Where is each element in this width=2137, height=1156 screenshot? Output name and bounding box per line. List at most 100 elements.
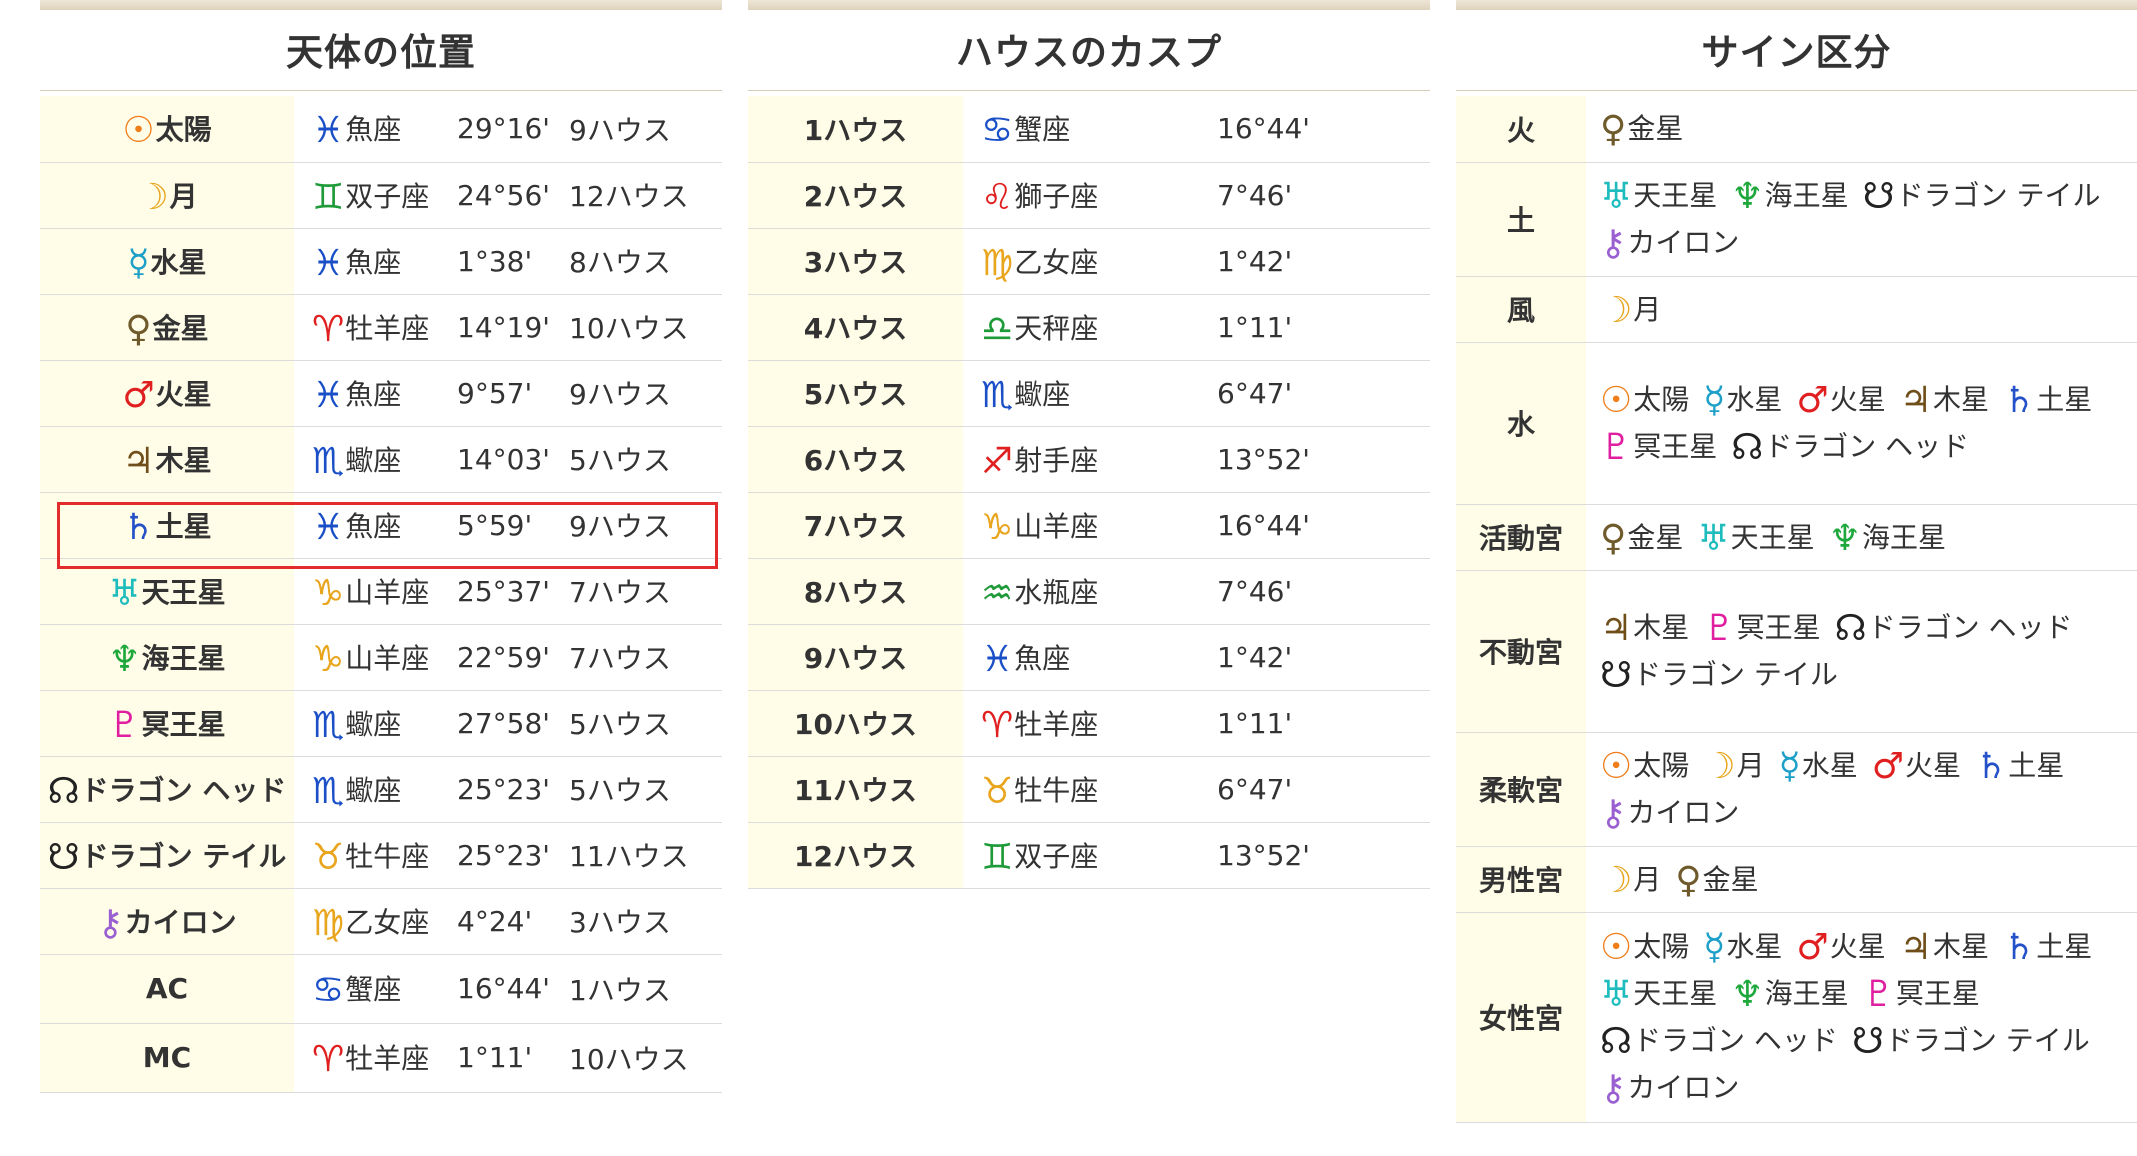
chiron-icon: ⚷ <box>1600 1068 1627 1109</box>
planet-item: ☉太陽 <box>1600 376 1689 423</box>
mercury-icon: ☿ <box>1778 746 1801 787</box>
position-house: 9ハウス <box>569 360 722 427</box>
position-label: 金星 <box>152 311 209 345</box>
scorpio-icon: ♏ <box>981 374 1014 416</box>
position-house: 10ハウス <box>569 294 722 361</box>
planet-item: ♆海王星 <box>1731 172 1848 219</box>
cusp-degree: 16°44' <box>1217 96 1430 163</box>
planet-name: 海王星 <box>1764 977 1849 1010</box>
planet-item: ♅天王星 <box>1600 172 1717 219</box>
planet-item: ☊ドラゴン ヘッド <box>1835 604 2073 651</box>
planet-name: 天王星 <box>1730 520 1815 554</box>
cusp-sign-cell: ♐射手座 <box>963 426 1217 493</box>
planet-item: ♇冥王星 <box>1600 423 1717 470</box>
position-label-cell: ♇冥王星 <box>40 690 294 757</box>
cusp-house-label: 4ハウス <box>748 294 963 361</box>
cusp-row: 8ハウス ♒水瓶座 7°46' <box>748 558 1430 625</box>
pisces-icon: ♓ <box>312 242 345 284</box>
planet-item: ☽月 <box>1703 742 1764 789</box>
planet-name: 水星 <box>1726 930 1783 963</box>
cusp-house-label: 6ハウス <box>748 426 963 493</box>
chiron-icon: ⚷ <box>1600 793 1627 834</box>
sign-division-planets: ☽月 ♀金星 <box>1586 846 2137 913</box>
sign-division-label: 土 <box>1456 162 1586 277</box>
position-house: 3ハウス <box>569 888 722 955</box>
position-degree: 22°59' <box>457 624 569 691</box>
cusp-sign-cell: ♎天秤座 <box>963 294 1217 361</box>
position-sign-cell: ♑山羊座 <box>294 624 457 691</box>
sign-division-row: 火 ♀金星 <box>1456 96 2137 163</box>
cusp-row: 3ハウス ♍乙女座 1°42' <box>748 228 1430 295</box>
jupiter-icon: ♃ <box>1899 380 1932 421</box>
planet-name: カイロン <box>1627 226 1740 259</box>
aries-icon: ♈ <box>981 704 1014 746</box>
venus-icon: ♀ <box>1675 859 1702 901</box>
cusp-house-label: 3ハウス <box>748 228 963 295</box>
moon-icon: ☽ <box>1703 746 1736 787</box>
cusp-degree: 13°52' <box>1217 822 1430 889</box>
cusp-degree: 7°46' <box>1217 558 1430 625</box>
dragon-head-icon: ☊ <box>1731 427 1764 468</box>
cusp-row: 12ハウス ♊双子座 13°52' <box>748 822 1430 889</box>
position-sign-cell: ♈牡羊座 <box>294 294 457 361</box>
planet-name: 土星 <box>2036 930 2093 963</box>
chiron-icon: ⚷ <box>97 902 124 944</box>
uranus-icon: ♅ <box>1600 176 1633 217</box>
position-row: ⚷カイロン ♍乙女座 4°24' 3ハウス <box>40 888 722 955</box>
planet-name: 月 <box>1736 749 1765 782</box>
planet-name: 冥王星 <box>1633 430 1718 463</box>
position-label: 太陽 <box>155 113 212 147</box>
dragon-head-icon: ☊ <box>1600 1021 1632 1062</box>
saturn-icon: ♄ <box>2003 380 2036 421</box>
position-label: 水星 <box>150 245 207 279</box>
position-sign: 蠍座 <box>345 443 402 477</box>
position-row: ♀金星 ♈牡羊座 14°19' 10ハウス <box>40 294 722 361</box>
position-sign-cell: ♏蠍座 <box>294 426 457 493</box>
planet-item: ♂火星 <box>1872 742 1961 789</box>
mars-icon: ♂ <box>1796 927 1829 968</box>
planet-item: ♆海王星 <box>1731 970 1848 1017</box>
planet-name: ドラゴン ヘッド <box>1632 1024 1838 1057</box>
cusp-sign-cell: ♌獅子座 <box>963 162 1217 229</box>
position-sign-cell: ♏蠍座 <box>294 690 457 757</box>
planet-name: 火星 <box>1905 749 1962 782</box>
planet-name: 太陽 <box>1633 930 1690 963</box>
position-label-cell: ♀金星 <box>40 294 294 361</box>
capricorn-icon: ♑ <box>312 638 345 680</box>
position-label: 海王星 <box>141 641 226 675</box>
planet-item: ♄土星 <box>1975 742 2064 789</box>
cusp-sign-cell: ♒水瓶座 <box>963 558 1217 625</box>
cusp-sign-cell: ♋蟹座 <box>963 96 1217 163</box>
planet-name: 火星 <box>1829 383 1886 416</box>
position-label: MC <box>142 1041 192 1074</box>
cusp-row: 9ハウス ♓魚座 1°42' <box>748 624 1430 691</box>
position-sign: 牡牛座 <box>345 839 430 873</box>
aquarius-icon: ♒ <box>981 572 1014 614</box>
planet-name: 金星 <box>1702 862 1759 896</box>
position-degree: 25°23' <box>457 756 569 823</box>
planet-item: ⚷カイロン <box>1600 789 1739 836</box>
gemini-icon: ♊ <box>981 836 1014 878</box>
position-house: 1ハウス <box>569 954 722 1024</box>
cusp-degree: 7°46' <box>1217 162 1430 229</box>
sagittarius-icon: ♐ <box>981 440 1014 482</box>
sun-icon: ☉ <box>122 110 155 152</box>
position-row: ♇冥王星 ♏蠍座 27°58' 5ハウス <box>40 690 722 757</box>
position-label-cell: MC <box>40 1023 294 1093</box>
sign-division-label: 水 <box>1456 342 1586 505</box>
position-row: AC ♋蟹座 16°44' 1ハウス <box>40 954 722 1024</box>
position-label-cell: ♆海王星 <box>40 624 294 691</box>
position-label-cell: ♃木星 <box>40 426 294 493</box>
cusp-row: 7ハウス ♑山羊座 16°44' <box>748 492 1430 559</box>
saturn-icon: ♄ <box>1975 746 2008 787</box>
position-label: 火星 <box>155 377 212 411</box>
position-house: 7ハウス <box>569 624 722 691</box>
pisces-icon: ♓ <box>312 374 345 416</box>
planet-name: 海王星 <box>1861 520 1946 554</box>
position-house: 8ハウス <box>569 228 722 295</box>
cusp-house-label: 1ハウス <box>748 96 963 163</box>
planet-item: ♅天王星 <box>1697 514 1814 561</box>
cusp-sign-cell: ♉牡牛座 <box>963 756 1217 823</box>
planet-name: ドラゴン テイル <box>1632 658 1838 691</box>
planet-item: ☊ドラゴン ヘッド <box>1731 423 1969 470</box>
